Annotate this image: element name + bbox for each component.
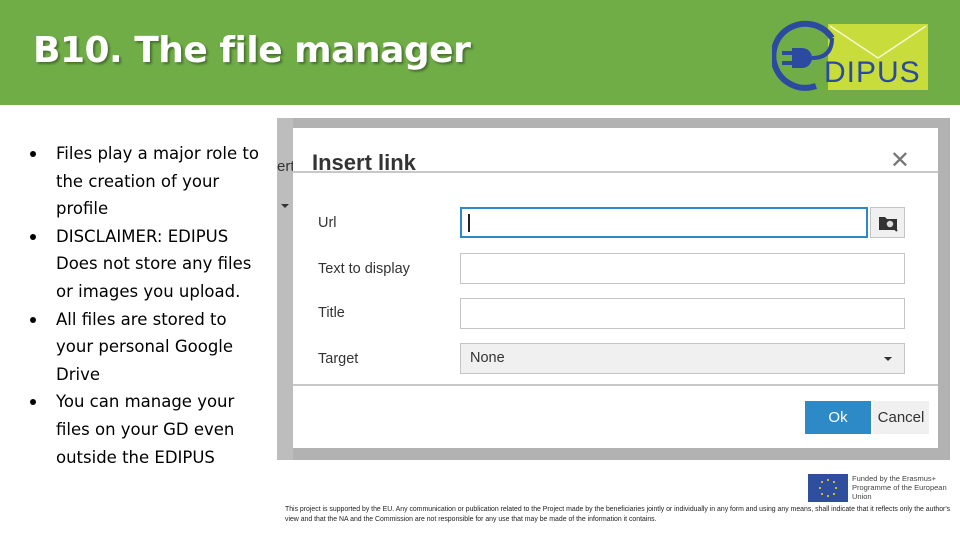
bullet-item: Files play a major role to the creation … [28, 140, 268, 223]
text-cursor [468, 214, 470, 232]
slide-title: B10. The file manager [33, 30, 471, 71]
logo-text: DIPUS [824, 56, 921, 89]
dialog-header-divider [293, 171, 938, 173]
insert-link-dialog: Insert link ✕ Url Text to display Title … [293, 128, 938, 448]
bullet-icon [30, 399, 36, 406]
eu-flag-icon [808, 474, 848, 502]
chevron-down-icon [884, 357, 892, 361]
dropdown-arrow-icon [281, 204, 289, 208]
url-input[interactable] [460, 207, 868, 238]
browse-button[interactable] [870, 207, 905, 238]
eu-disclaimer: This project is supported by the EU. Any… [285, 506, 951, 523]
url-label: Url [318, 215, 337, 231]
insert-link-screenshot: ert Insert link ✕ Url Text to display Ti… [277, 118, 950, 460]
dialog-footer-divider [293, 384, 938, 386]
text-to-display-input[interactable] [460, 253, 905, 284]
bullet-icon [30, 233, 36, 240]
target-label: Target [318, 351, 359, 367]
folder-search-icon [879, 217, 898, 232]
title-input[interactable] [460, 298, 905, 329]
target-select[interactable]: None [460, 343, 905, 374]
slide-header: B10. The file manager DIPUS [0, 0, 960, 105]
title-label: Title [318, 305, 345, 321]
bullet-icon [30, 316, 36, 323]
cancel-button[interactable]: Cancel [873, 401, 929, 434]
text-to-display-label: Text to display [318, 261, 410, 277]
bullet-list: Files play a major role to the creation … [28, 140, 268, 471]
edipus-logo: DIPUS [772, 18, 932, 92]
bullet-item: You can manage your files on your GD eve… [28, 388, 268, 471]
ok-button[interactable]: Ok [805, 401, 871, 434]
background-editor-fragment: ert [277, 118, 295, 460]
bullet-item: All files are stored to your personal Go… [28, 306, 268, 389]
eu-funding-text: Funded by the Erasmus+ Programme of the … [852, 474, 947, 501]
bullet-item: DISCLAIMER: EDIPUS Does not store any fi… [28, 223, 268, 306]
bullet-icon [30, 151, 36, 157]
